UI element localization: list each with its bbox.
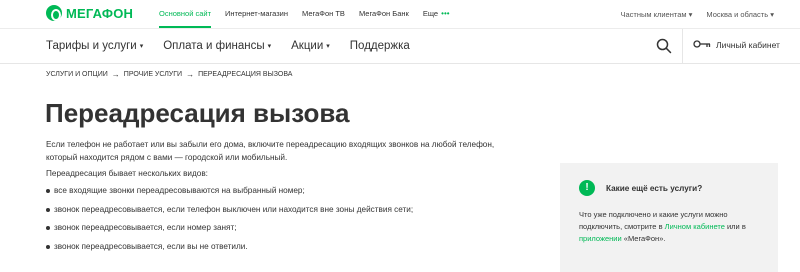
forwarding-types-list: все входящие звонки переадресовываются н… xyxy=(46,186,413,260)
main-nav-label: Оплата и финансы xyxy=(163,40,265,52)
arrow-right-icon: → xyxy=(186,70,195,79)
list-item-text: все входящие звонки переадресовываются н… xyxy=(54,186,305,195)
top-nav-online-store[interactable]: Интернет-магазин xyxy=(225,0,288,28)
bullet-icon xyxy=(46,189,50,193)
main-nav-support[interactable]: Поддержка xyxy=(350,40,410,52)
chevron-down-icon: ▾ xyxy=(326,43,330,50)
panel-heading: Какие ещё есть услуги? xyxy=(606,184,703,193)
main-nav-label: Тарифы и услуги xyxy=(46,40,137,52)
personal-cabinet-link[interactable]: Личном кабинете xyxy=(665,222,725,231)
search-icon[interactable] xyxy=(656,38,672,54)
personal-cabinet-button[interactable]: Личный кабинет xyxy=(693,39,780,51)
list-item-text: звонок переадресовывается, если номер за… xyxy=(54,223,237,232)
divider xyxy=(682,29,683,63)
breadcrumb-item-current: Переадресация вызова xyxy=(198,71,293,78)
bullet-icon xyxy=(46,226,50,230)
top-nav-megafon-bank[interactable]: МегаФон Банк xyxy=(359,0,409,28)
panel-text-part: или в xyxy=(724,222,746,231)
list-item-text: звонок переадресовывается, если телефон … xyxy=(54,204,414,214)
top-nav-more-label: Еще xyxy=(422,9,439,18)
more-dots-icon: ••• xyxy=(441,9,450,18)
main-nav-payment[interactable]: Оплата и финансы ▾ xyxy=(163,40,271,52)
bullet-icon xyxy=(46,207,50,212)
list-item: звонок переадресовывается, если вы не от… xyxy=(46,242,413,261)
top-nav-more[interactable]: Еще ••• xyxy=(423,0,450,28)
app-link[interactable]: приложении xyxy=(579,234,622,243)
top-nav: Основной сайт Интернет-магазин МегаФон Т… xyxy=(159,0,464,28)
list-item-text: звонок переадресовывается, если вы не от… xyxy=(54,241,248,251)
main-nav: Тарифы и услуги ▾ Оплата и финансы ▾ Акции… xyxy=(46,29,430,63)
logo-text: МЕГАФОН xyxy=(66,5,134,21)
list-item: звонок переадресовывается, если телефон … xyxy=(46,205,413,224)
main-nav-label: Поддержка xyxy=(349,40,410,52)
divider xyxy=(0,63,800,64)
breadcrumb-item-other-services[interactable]: Прочие услуги xyxy=(124,71,182,78)
types-subheading: Переадресация бывает нескольких видов: xyxy=(46,169,208,178)
top-nav-main-site[interactable]: Основной сайт xyxy=(159,0,212,28)
main-nav-promotions[interactable]: Акции ▾ xyxy=(291,40,330,52)
region-selector-label: Москва и область xyxy=(706,9,769,19)
other-services-panel: ! Какие ещё есть услуги? Что уже подключ… xyxy=(560,163,778,272)
bullet-icon xyxy=(46,244,50,249)
list-item: звонок переадресовывается, если номер за… xyxy=(46,223,413,242)
clients-selector[interactable]: Частным клиентам ▾ xyxy=(620,10,692,19)
top-right: Частным клиентам ▾ Москва и область ▾ xyxy=(620,0,774,28)
logo-mark-icon xyxy=(46,5,62,21)
panel-text: Что уже подключено и какие услуги можно … xyxy=(579,209,769,245)
chevron-down-icon: ▾ xyxy=(770,9,774,19)
breadcrumb-item-services[interactable]: Услуги и опции xyxy=(46,71,108,78)
personal-cabinet-label: Личный кабинет xyxy=(716,40,780,50)
exclamation-icon: ! xyxy=(579,180,595,196)
panel-text-part: «МегаФон». xyxy=(621,234,666,243)
megafon-logo[interactable]: МЕГАФОН xyxy=(46,5,133,21)
key-icon xyxy=(693,39,711,51)
chevron-down-icon: ▾ xyxy=(688,9,693,19)
top-bar: МЕГАФОН Основной сайт Интернет-магазин М… xyxy=(0,0,800,28)
main-nav-tariffs[interactable]: Тарифы и услуги ▾ xyxy=(46,40,143,52)
intro-text: Если телефон не работает или вы забыли е… xyxy=(46,140,495,163)
arrow-right-icon: → xyxy=(111,70,120,79)
region-selector[interactable]: Москва и область ▾ xyxy=(706,10,774,19)
main-nav-label: Акции xyxy=(291,40,324,52)
breadcrumb: Услуги и опции → Прочие услуги → Переадр… xyxy=(46,70,292,79)
chevron-down-icon: ▾ xyxy=(267,43,272,50)
clients-selector-label: Частным клиентам xyxy=(620,9,687,19)
top-nav-megafon-tv[interactable]: МегаФон ТВ xyxy=(302,0,345,28)
list-item: все входящие звонки переадресовываются н… xyxy=(46,186,413,205)
chevron-down-icon: ▾ xyxy=(139,43,144,50)
page-title: Переадресация вызова xyxy=(45,98,350,128)
